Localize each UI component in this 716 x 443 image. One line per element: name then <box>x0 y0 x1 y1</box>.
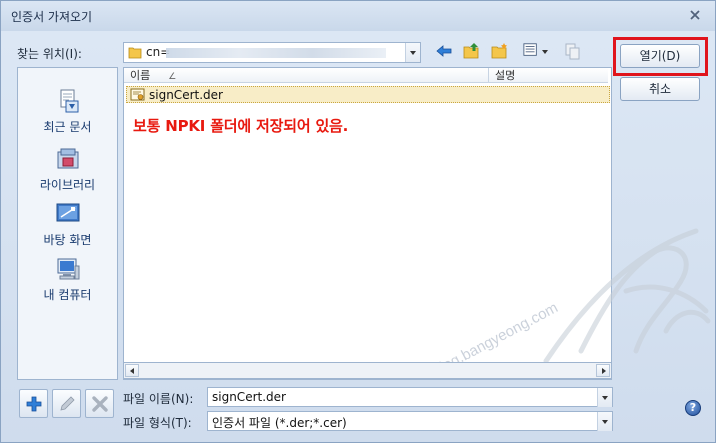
view-list-icon <box>523 43 537 56</box>
desktop-icon <box>56 203 79 222</box>
add-button[interactable] <box>19 389 48 418</box>
file-name: signCert.der <box>149 88 223 102</box>
place-desktop[interactable]: 바탕 화면 <box>18 201 117 248</box>
back-arrow-icon <box>436 45 452 57</box>
place-label: 내 컴퓨터 <box>43 288 92 302</box>
look-in-label: 찾는 위치(I): <box>17 47 82 61</box>
pencil-icon <box>60 396 75 411</box>
up-folder-button[interactable] <box>463 42 483 62</box>
properties-button[interactable] <box>563 42 583 62</box>
column-header-description[interactable]: 설명 <box>488 68 608 83</box>
library-icon <box>57 148 78 169</box>
places-bar: 최근 문서 라이브러리 바탕 화면 내 컴퓨터 <box>17 67 118 380</box>
chevron-down-icon[interactable] <box>597 388 612 407</box>
file-name-input[interactable]: signCert.der <box>207 387 613 407</box>
scroll-right-icon[interactable] <box>596 364 610 377</box>
window-title: 인증서 가져오기 <box>11 10 93 24</box>
look-in-combo[interactable]: cn= <box>123 42 421 63</box>
plus-icon <box>26 396 42 412</box>
file-type-label: 파일 형식(T): <box>123 416 192 430</box>
delete-button[interactable] <box>85 389 114 418</box>
annotation-note: 보통 NPKI 폴더에 저장되어 있음. <box>133 117 349 135</box>
delete-icon <box>92 396 108 412</box>
certificate-file-icon <box>130 88 145 101</box>
file-type-select[interactable]: 인증서 파일 (*.der;*.cer) <box>207 411 613 431</box>
chevron-down-icon[interactable] <box>597 412 612 431</box>
certificate-import-dialog: 인증서 가져오기 찾는 위치(I): cn= 최근 문서 라이브러리 바탕 화면… <box>0 0 716 443</box>
redacted-path <box>166 48 386 58</box>
file-type-value: 인증서 파일 (*.der;*.cer) <box>212 416 347 430</box>
file-name-label: 파일 이름(N): <box>123 392 194 406</box>
copy-icon <box>565 43 580 60</box>
place-my-computer[interactable]: 내 컴퓨터 <box>18 256 117 303</box>
place-recent-documents[interactable]: 최근 문서 <box>18 88 117 135</box>
help-icon[interactable]: ? <box>685 400 701 416</box>
new-folder-button[interactable] <box>491 42 511 62</box>
recent-documents-icon <box>60 89 78 113</box>
title-bar: 인증서 가져오기 <box>1 1 715 31</box>
chevron-down-icon <box>542 50 548 54</box>
chevron-down-icon[interactable] <box>405 43 420 62</box>
place-label: 바탕 화면 <box>43 233 92 247</box>
cancel-button[interactable]: 취소 <box>620 77 700 101</box>
up-folder-icon <box>463 43 479 59</box>
close-icon[interactable] <box>687 7 703 23</box>
sort-indicator-icon: ∠ <box>168 72 177 82</box>
file-name-value: signCert.der <box>212 390 286 404</box>
my-computer-icon <box>57 258 79 280</box>
list-item[interactable]: signCert.der <box>126 86 610 103</box>
horizontal-scrollbar[interactable] <box>123 362 612 379</box>
place-library[interactable]: 라이브러리 <box>18 146 117 193</box>
edit-button[interactable] <box>52 389 81 418</box>
place-label: 최근 문서 <box>43 120 92 134</box>
open-button[interactable]: 열기(D) <box>620 44 700 68</box>
column-description-label: 설명 <box>495 69 516 82</box>
place-label: 라이브러리 <box>39 178 96 192</box>
scroll-left-icon[interactable] <box>125 364 139 377</box>
column-name-label: 이름 <box>130 69 151 82</box>
folder-icon <box>128 47 142 59</box>
file-list[interactable]: 이름 ∠ 설명 signCert.der <box>123 67 612 380</box>
new-folder-icon <box>491 43 507 59</box>
view-menu-button[interactable] <box>523 42 551 62</box>
back-button[interactable] <box>435 42 455 62</box>
column-header-name[interactable]: 이름 ∠ <box>124 68 488 83</box>
